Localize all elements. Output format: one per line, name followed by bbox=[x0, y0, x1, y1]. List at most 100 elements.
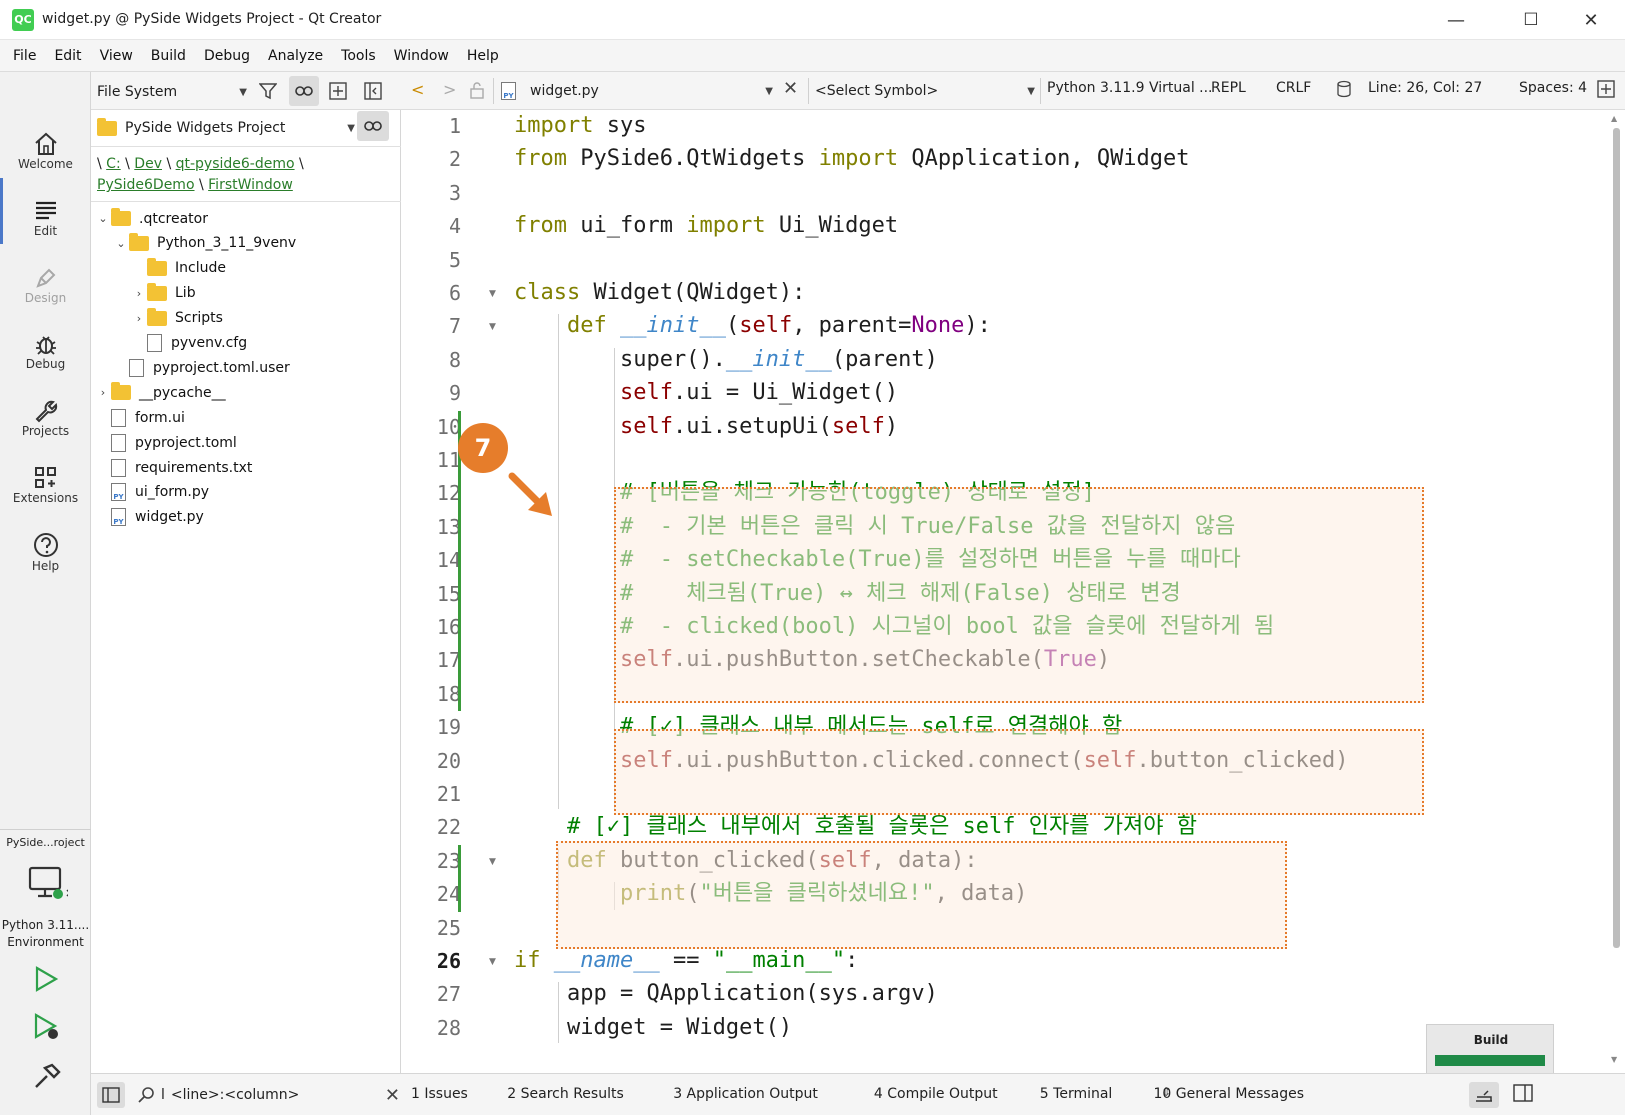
file-icon bbox=[147, 334, 162, 352]
line-number: 4 bbox=[448, 214, 461, 239]
tree-item-label: Python_3_11_9venv bbox=[157, 235, 297, 252]
mode-projects[interactable]: Projects bbox=[0, 384, 91, 452]
breadcrumb-sep: \ bbox=[97, 156, 102, 172]
mode-design[interactable]: Design bbox=[0, 251, 91, 319]
forward-arrow-icon[interactable]: > bbox=[443, 80, 456, 99]
sync-project-button[interactable] bbox=[357, 111, 389, 141]
debug-run-button[interactable] bbox=[32, 1012, 62, 1046]
tree-item-qtcreator[interactable]: ⌄ .qtcreator bbox=[95, 206, 208, 231]
back-arrow-icon[interactable]: < bbox=[411, 80, 424, 99]
fold-marker-icon[interactable]: ▼ bbox=[489, 957, 496, 967]
breadcrumb-link-pyside6demo[interactable]: PySide6Demo bbox=[97, 177, 195, 193]
output-tab-general-messages[interactable]: 10 General Messages bbox=[1154, 1086, 1305, 1102]
fold-marker-icon[interactable]: ▼ bbox=[489, 857, 496, 867]
menu-build[interactable]: Build bbox=[142, 48, 195, 64]
help-icon bbox=[33, 533, 58, 557]
fold-marker-icon[interactable]: ▼ bbox=[489, 289, 496, 299]
menu-debug[interactable]: Debug bbox=[195, 48, 259, 64]
tree-item-pycache[interactable]: › __pycache__ bbox=[95, 380, 226, 405]
output-tab-compile-output[interactable]: 4 Compile Output bbox=[874, 1086, 998, 1102]
scroll-down-icon[interactable]: ▼ bbox=[1611, 1055, 1617, 1064]
tree-item-widget-py[interactable]: PY widget.py bbox=[95, 505, 204, 530]
expand-right-icon[interactable]: › bbox=[131, 287, 147, 300]
kit-environment-name: Python 3.11.... bbox=[1, 918, 90, 932]
close-document-icon[interactable]: ✕ bbox=[783, 78, 798, 99]
expand-down-icon[interactable]: ⌄ bbox=[95, 212, 111, 225]
code-line: # [✓] 클래스 내부에서 호출될 슬롯은 self 인자를 가져야 함 bbox=[566, 814, 1197, 840]
wrench-icon bbox=[35, 400, 57, 423]
scrollbar-thumb[interactable] bbox=[1613, 128, 1620, 948]
clear-locator-icon[interactable]: ✕ bbox=[385, 1085, 400, 1106]
menu-view[interactable]: View bbox=[91, 48, 142, 64]
indentation-setting[interactable]: Spaces: 4 bbox=[1519, 80, 1587, 96]
expand-right-icon[interactable]: › bbox=[95, 386, 111, 399]
mode-debug[interactable]: Debug bbox=[0, 317, 91, 385]
menu-window[interactable]: Window bbox=[385, 48, 458, 64]
expand-down-icon[interactable]: ⌄ bbox=[113, 237, 129, 250]
split-editor-button[interactable] bbox=[1597, 80, 1615, 102]
toggle-progress-details-button[interactable] bbox=[1469, 1082, 1499, 1108]
mode-divider bbox=[0, 829, 91, 830]
breadcrumb-link-demo[interactable]: qt-pyside6-demo bbox=[176, 156, 295, 172]
mode-help[interactable]: Help bbox=[0, 518, 91, 586]
menu-help[interactable]: Help bbox=[458, 48, 508, 64]
locator-input[interactable]: l <line>:<column> ✕ bbox=[137, 1080, 400, 1110]
filter-button[interactable] bbox=[256, 79, 280, 103]
symbol-dropdown[interactable]: <Select Symbol> ▼ bbox=[815, 79, 1035, 103]
tree-item-pyproject-toml[interactable]: pyproject.toml bbox=[95, 430, 237, 455]
scroll-up-icon[interactable]: ▲ bbox=[1611, 114, 1617, 123]
sync-with-editor-button[interactable] bbox=[289, 76, 319, 106]
toggle-right-sidebar-button[interactable] bbox=[1513, 1083, 1533, 1107]
run-button[interactable] bbox=[32, 965, 60, 997]
menu-tools[interactable]: Tools bbox=[332, 48, 385, 64]
tree-item-scripts[interactable]: › Scripts bbox=[131, 306, 223, 331]
code-line: from ui_form import Ui_Widget bbox=[514, 213, 899, 239]
breadcrumb-link-firstwindow[interactable]: FirstWindow bbox=[208, 177, 293, 193]
output-tab-search-results[interactable]: 2 Search Results bbox=[507, 1086, 623, 1102]
repl-button[interactable]: REPL bbox=[1211, 80, 1246, 96]
mode-extensions[interactable]: Extensions bbox=[0, 451, 91, 519]
output-tab-application-output[interactable]: 3 Application Output bbox=[673, 1086, 818, 1102]
tree-item-form-ui[interactable]: form.ui bbox=[95, 405, 185, 430]
tree-item-include[interactable]: Include bbox=[131, 256, 226, 281]
lock-icon[interactable] bbox=[469, 81, 485, 103]
code-line: self.ui.setupUi(self) bbox=[619, 413, 899, 439]
mode-selector: Welcome Edit Design Debug Projects Exten… bbox=[0, 72, 91, 1115]
menu-file[interactable]: File bbox=[4, 48, 45, 64]
kit-selector[interactable] bbox=[28, 866, 72, 906]
tree-item-pyproject-toml-user[interactable]: pyproject.toml.user bbox=[113, 355, 290, 380]
fold-marker-icon[interactable]: ▼ bbox=[489, 322, 496, 332]
expand-right-icon[interactable]: › bbox=[131, 312, 147, 325]
tree-item-ui-form-py[interactable]: PY ui_form.py bbox=[95, 480, 209, 505]
build-button[interactable] bbox=[32, 1062, 62, 1096]
output-tab-terminal[interactable]: 5 Terminal bbox=[1040, 1086, 1113, 1102]
close-sidebar-button[interactable] bbox=[361, 79, 385, 103]
open-documents-dropdown[interactable]: PY widget.py ▼ bbox=[501, 79, 773, 103]
breadcrumb-link-dev[interactable]: Dev bbox=[134, 156, 162, 172]
sidebar-view-dropdown[interactable]: File System ▼ bbox=[97, 80, 247, 104]
minimize-icon[interactable]: — bbox=[1437, 6, 1475, 34]
code-line: def __init__(self, parent=None): bbox=[566, 313, 991, 339]
symbol-dropdown-label: <Select Symbol> bbox=[815, 83, 939, 99]
folder-icon bbox=[111, 208, 131, 226]
tree-item-pyvenv-cfg[interactable]: pyvenv.cfg bbox=[131, 331, 247, 356]
interpreter-selector[interactable]: Python 3.11.9 Virtual ... bbox=[1047, 80, 1213, 96]
project-dropdown[interactable]: PySide Widgets Project ▼ bbox=[97, 115, 355, 141]
toggle-sidebar-button[interactable] bbox=[97, 1082, 125, 1108]
close-window-icon[interactable]: ✕ bbox=[1572, 6, 1610, 34]
menu-analyze[interactable]: Analyze bbox=[259, 48, 332, 64]
cursor-position[interactable]: Line: 26, Col: 27 bbox=[1368, 80, 1482, 96]
mode-edit[interactable]: Edit bbox=[0, 184, 91, 252]
add-panel-icon bbox=[1597, 80, 1615, 98]
mode-welcome[interactable]: Welcome bbox=[0, 117, 91, 185]
tree-item-lib[interactable]: › Lib bbox=[131, 281, 196, 306]
output-tab-issues[interactable]: 1 Issues bbox=[411, 1086, 468, 1102]
tree-item-requirements-txt[interactable]: requirements.txt bbox=[95, 455, 252, 480]
add-split-button[interactable] bbox=[326, 79, 350, 103]
menu-edit[interactable]: Edit bbox=[45, 48, 90, 64]
line-ending-selector[interactable]: CRLF bbox=[1276, 80, 1311, 96]
encoding-button[interactable] bbox=[1336, 80, 1352, 102]
maximize-icon[interactable]: ☐ bbox=[1512, 6, 1550, 34]
tree-item-python-3-11-9venv[interactable]: ⌄ Python_3_11_9venv bbox=[113, 231, 296, 256]
breadcrumb-link-drive[interactable]: C: bbox=[106, 156, 121, 172]
